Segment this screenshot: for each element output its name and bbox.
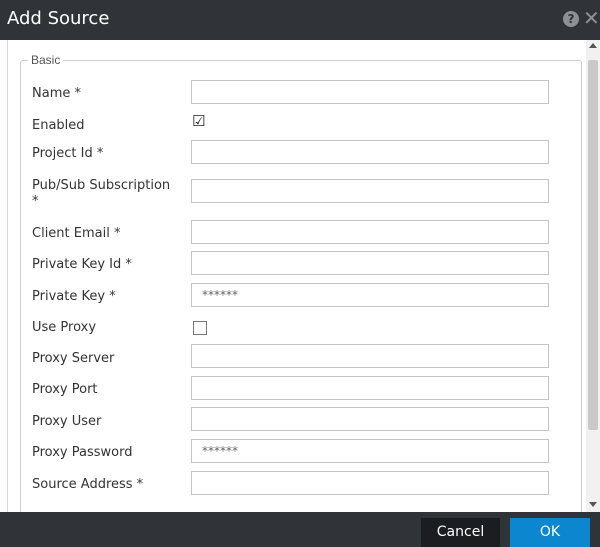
dialog-title: Add Source [7, 8, 110, 29]
proxy-user-input[interactable] [191, 407, 549, 431]
private-key-id-label: Private Key Id * [32, 257, 132, 272]
fieldset-legend: Basic [28, 53, 64, 67]
proxy-password-input[interactable] [191, 439, 549, 463]
name-input[interactable] [191, 80, 549, 104]
form-panel: Basic Name * Enabled ☑ Project Id * Pub/… [7, 40, 594, 522]
private-key-id-input[interactable] [191, 251, 549, 275]
project-id-input[interactable] [191, 140, 549, 164]
pubsub-subscription-label-line1: Pub/Sub Subscription [32, 178, 171, 193]
proxy-user-label: Proxy User [32, 414, 102, 429]
use-proxy-label: Use Proxy [32, 320, 97, 335]
dialog-titlebar: Add Source ? ✕ [0, 0, 600, 40]
use-proxy-checkbox[interactable] [193, 321, 207, 335]
pubsub-subscription-label: Pub/Sub Subscription * [32, 178, 170, 210]
proxy-password-label: Proxy Password [32, 445, 133, 460]
proxy-server-label: Proxy Server [32, 351, 115, 366]
source-address-input[interactable] [191, 471, 549, 495]
enabled-label: Enabled [32, 118, 85, 133]
add-source-dialog: Add Source ? ✕ Basic Name * Enabled ☑ Pr… [0, 0, 600, 547]
private-key-input[interactable] [191, 283, 549, 307]
ok-button[interactable]: OK [510, 518, 590, 547]
cancel-button[interactable]: Cancel [421, 518, 500, 547]
client-email-label: Client Email * [32, 226, 121, 241]
close-icon[interactable]: ✕ [583, 6, 600, 30]
pubsub-subscription-label-line2: * [32, 194, 39, 209]
private-key-label: Private Key * [32, 289, 116, 304]
help-icon[interactable]: ? [563, 11, 579, 27]
project-id-label: Project Id * [32, 146, 104, 161]
enabled-checkbox[interactable]: ☑ [192, 114, 205, 129]
source-address-label: Source Address * [32, 477, 144, 492]
client-email-input[interactable] [191, 220, 549, 244]
name-label: Name * [32, 86, 81, 101]
dialog-footer: Cancel OK [0, 512, 600, 547]
scrollbar-thumb[interactable] [588, 60, 598, 430]
scroll-up-icon[interactable] [589, 43, 597, 48]
proxy-port-input[interactable] [191, 376, 549, 400]
proxy-port-label: Proxy Port [32, 382, 98, 397]
vertical-scrollbar[interactable] [586, 40, 600, 512]
scroll-down-icon[interactable] [589, 502, 597, 507]
pubsub-subscription-input[interactable] [191, 179, 549, 203]
proxy-server-input[interactable] [191, 344, 549, 368]
